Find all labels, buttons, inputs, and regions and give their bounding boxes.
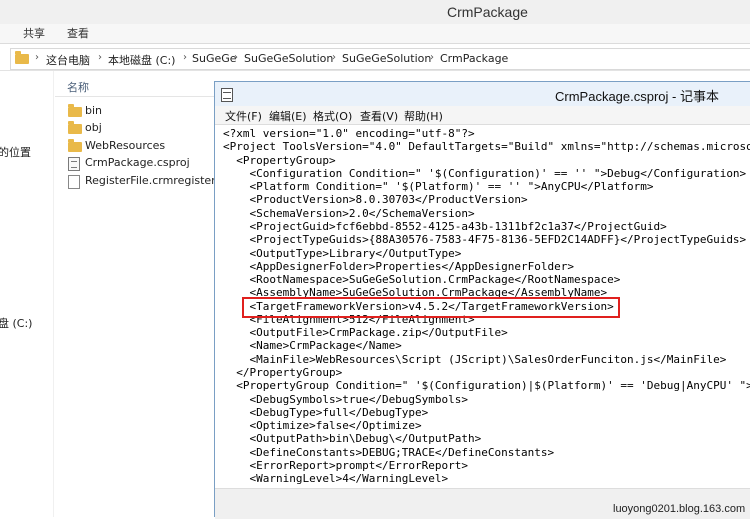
folder-icon bbox=[68, 104, 82, 117]
text-line: <MainFile>WebResources\Script (JScript)\… bbox=[223, 352, 727, 366]
folder-icon bbox=[15, 51, 29, 64]
file-name: WebResources bbox=[85, 139, 166, 152]
notepad-title: CrmPackage.csproj - 记事本 bbox=[555, 89, 719, 104]
ribbon-tab-view[interactable]: 查看 bbox=[67, 25, 89, 41]
explorer-title: CrmPackage bbox=[447, 4, 528, 20]
file-name: bin bbox=[85, 104, 103, 117]
chevron-right-icon[interactable]: › bbox=[430, 52, 434, 63]
text-line: <PropertyGroup> bbox=[223, 153, 336, 167]
column-header-name[interactable]: 名称 bbox=[55, 76, 215, 97]
text-line: <OutputType>Library</OutputType> bbox=[223, 246, 462, 260]
notepad-window: CrmPackage.csproj - 记事本 文件(F) 编辑(E) 格式(O… bbox=[214, 81, 750, 519]
menu-format[interactable]: 格式(O) bbox=[313, 108, 352, 124]
chevron-right-icon[interactable]: › bbox=[183, 52, 187, 63]
text-line: <SchemaVersion>2.0</SchemaVersion> bbox=[223, 206, 475, 220]
document-icon bbox=[68, 175, 80, 189]
notepad-text-area[interactable]: <?xml version="1.0" encoding="utf-8"?> <P… bbox=[215, 125, 750, 488]
text-line: <RootNamespace>SuGeGeSolution.CrmPackage… bbox=[223, 273, 621, 287]
nav-item-disk-c[interactable]: 盘 (C:) bbox=[0, 315, 32, 331]
text-line: <?xml version="1.0" encoding="utf-8"?> bbox=[223, 127, 475, 140]
text-line: <Project ToolsVersion="4.0" DefaultTarge… bbox=[223, 140, 750, 154]
menu-help[interactable]: 帮助(H) bbox=[404, 108, 443, 124]
explorer-title-bar[interactable]: CrmPackage bbox=[0, 0, 750, 24]
notepad-icon bbox=[221, 88, 233, 102]
text-line: <OutputPath>bin\Debug\</OutputPath> bbox=[223, 432, 482, 446]
address-bar: › 这台电脑 › 本地磁盘 (C:) › SuGeGe › SuGeGeSolu… bbox=[0, 46, 750, 71]
nav-item-location[interactable]: 的位置 bbox=[0, 144, 31, 160]
text-line: <ErrorReport>prompt</ErrorReport> bbox=[223, 459, 469, 472]
text-line: <ProjectTypeGuids>{88A30576-7583-4F75-81… bbox=[223, 233, 747, 247]
breadcrumb-sugegesolution-2[interactable]: SuGeGeSolution bbox=[342, 52, 431, 65]
menu-edit[interactable]: 编辑(E) bbox=[269, 108, 307, 124]
folder-icon bbox=[68, 139, 82, 152]
breadcrumb-this-pc[interactable]: 这台电脑 bbox=[46, 52, 90, 68]
file-name: obj bbox=[85, 121, 102, 134]
text-line: <PropertyGroup Condition=" '$(Configurat… bbox=[223, 379, 750, 393]
chevron-right-icon[interactable]: › bbox=[98, 52, 102, 63]
text-line: <DebugType>full</DebugType> bbox=[223, 405, 429, 419]
text-line: <ProjectGuid>fcf6ebbd-8552-4125-a43b-131… bbox=[223, 219, 667, 233]
highlight-box bbox=[242, 297, 620, 318]
text-line: <WarningLevel>4</WarningLevel> bbox=[223, 472, 449, 486]
chevron-right-icon[interactable]: › bbox=[35, 52, 39, 63]
text-line: <DefineConstants>DEBUG;TRACE</DefineCons… bbox=[223, 445, 555, 459]
text-line: <OutputFile>CrmPackage.zip</OutputFile> bbox=[223, 326, 508, 340]
notepad-menu-bar: 文件(F) 编辑(E) 格式(O) 查看(V) 帮助(H) bbox=[215, 106, 750, 125]
text-line: <DebugSymbols>true</DebugSymbols> bbox=[223, 392, 469, 406]
breadcrumb-sugegesolution-1[interactable]: SuGeGeSolution bbox=[244, 52, 333, 65]
text-line: <Platform Condition=" '$(Platform)' == '… bbox=[223, 180, 654, 194]
chevron-right-icon[interactable]: › bbox=[234, 52, 238, 63]
text-line: </PropertyGroup> bbox=[223, 366, 343, 380]
notepad-title-bar[interactable]: CrmPackage.csproj - 记事本 bbox=[215, 82, 750, 106]
text-line: <Configuration Condition=" '$(Configurat… bbox=[223, 166, 747, 180]
breadcrumb-crmpackage[interactable]: CrmPackage bbox=[440, 52, 508, 65]
breadcrumb-sugege[interactable]: SuGeGe bbox=[192, 52, 237, 65]
text-line: <AppDesignerFolder>Properties</AppDesign… bbox=[223, 259, 574, 273]
file-name: RegisterFile.crmregister bbox=[85, 174, 216, 187]
explorer-ribbon: 共享 查看 bbox=[0, 24, 750, 44]
address-box[interactable]: › 这台电脑 › 本地磁盘 (C:) › SuGeGe › SuGeGeSolu… bbox=[10, 48, 750, 70]
text-line: <Optimize>false</Optimize> bbox=[223, 419, 422, 433]
menu-file[interactable]: 文件(F) bbox=[225, 108, 262, 124]
text-line: <Name>CrmPackage</Name> bbox=[223, 339, 402, 353]
ribbon-tab-share[interactable]: 共享 bbox=[23, 25, 45, 41]
column-header-label: 名称 bbox=[67, 81, 89, 94]
text-line: <ProductVersion>8.0.30703</ProductVersio… bbox=[223, 193, 528, 207]
file-name: CrmPackage.csproj bbox=[85, 156, 190, 169]
watermark-text: luoyong0201.blog.163.com bbox=[613, 503, 746, 515]
folder-icon bbox=[68, 121, 82, 134]
chevron-right-icon[interactable]: › bbox=[332, 52, 336, 63]
breadcrumb-local-disk[interactable]: 本地磁盘 (C:) bbox=[108, 52, 175, 68]
menu-view[interactable]: 查看(V) bbox=[360, 108, 398, 124]
navigation-pane: 的位置 盘 (C:) bbox=[0, 71, 54, 517]
csproj-file-icon bbox=[68, 157, 80, 171]
